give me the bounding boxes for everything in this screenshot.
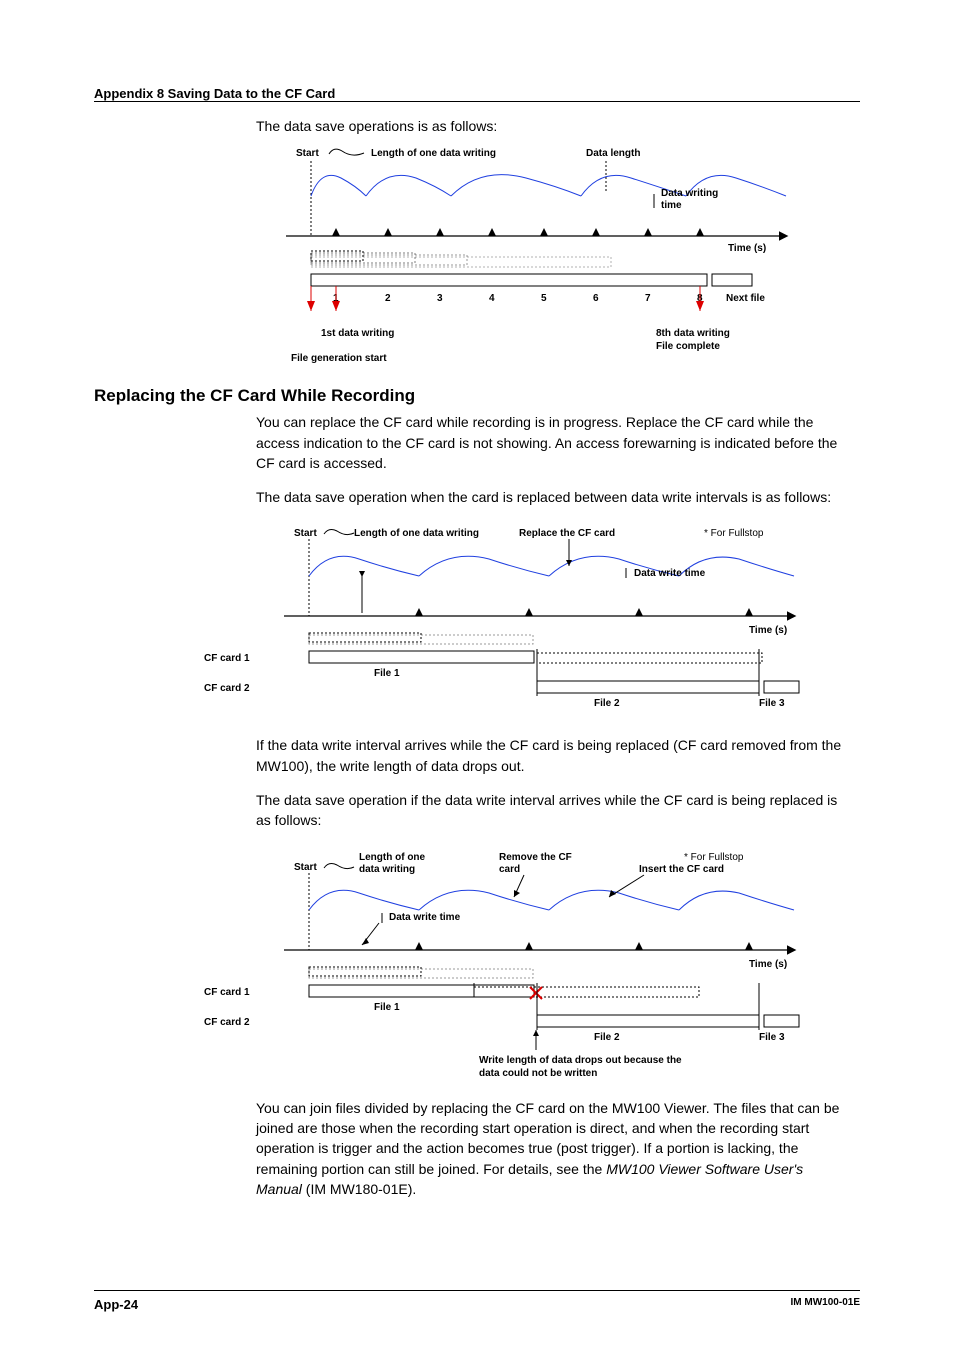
intro-1: The data save operations is as follows: [256,116,850,136]
fig3-file2: File 2 [594,1032,620,1043]
fig1-start-label: Start [296,148,319,159]
fig2-file3: File 3 [759,698,785,709]
fig2-replace: Replace the CF card [519,528,615,539]
fig1-tick-6: 6 [593,293,599,304]
section-p2: The data save operation when the card is… [256,487,850,507]
fig3-rem1: Remove the CF [499,852,572,863]
fig3-len2: data writing [359,864,415,875]
section-p1: You can replace the CF card while record… [256,412,850,473]
header-rule: Appendix 8 Saving Data to the CF Card [94,85,860,102]
fig1-tick-3: 3 [437,293,443,304]
footer-left: App-24 [94,1297,138,1312]
header-title: Appendix 8 Saving Data to the CF Card [94,86,335,101]
fig3-len1: Length of one [359,852,426,863]
fig1-dwt-1: Data writing [661,188,718,199]
figure-replace-during-interval: Start Length of one data writing Remove … [194,845,860,1090]
section-heading: Replacing the CF Card While Recording [94,386,860,406]
fig2-start: Start [294,528,317,539]
fig3-dwt: Data write time [389,912,461,923]
fig1-eighth-1: 8th data writing [656,328,730,339]
fig3-start: Start [294,862,317,873]
fig3-time: Time (s) [749,959,787,970]
fig1-time-axis: Time (s) [728,243,766,254]
mid-p2: The data save operation if the data writ… [256,790,850,831]
fig3-drop2: data could not be written [479,1068,597,1079]
mid-p1: If the data write interval arrives while… [256,735,850,776]
fig3-drop1: Write length of data drops out because t… [479,1055,682,1066]
figure-data-save-operations: Start Length of one data writing Data le… [256,136,860,386]
closing-p: You can join files divided by replacing … [256,1098,850,1199]
fig3-insert: Insert the CF card [639,864,724,875]
fig1-dwt-2: time [661,200,682,211]
fig2-file1: File 1 [374,668,400,679]
fig3-file3: File 3 [759,1032,785,1043]
fig1-eighth-2: File complete [656,341,720,352]
closing-p1b: (IM MW180-01E). [302,1181,416,1197]
fig2-card2: CF card 2 [204,683,250,694]
fig1-first-write: 1st data writing [321,328,394,339]
fig1-tick-4: 4 [489,293,495,304]
fig2-fullstop: * For Fullstop [704,528,764,539]
fig3-file1: File 1 [374,1002,400,1013]
fig1-data-length-label: Data length [586,148,640,159]
fig2-dwt: Data write time [634,568,706,579]
page-footer: App-24 IM MW100-01E [94,1290,860,1312]
fig1-length-label: Length of one data writing [371,148,496,159]
fig2-length: Length of one data writing [354,528,479,539]
fig2-time: Time (s) [749,625,787,636]
fig1-tick-2: 2 [385,293,391,304]
fig1-file-gen: File generation start [291,353,387,364]
fig3-card1: CF card 1 [204,987,250,998]
fig1-tick-7: 7 [645,293,651,304]
footer-right: IM MW100-01E [791,1297,860,1312]
fig3-fullstop: * For Fullstop [684,852,744,863]
fig1-tick-5: 5 [541,293,547,304]
fig2-file2: File 2 [594,698,620,709]
fig1-next-file: Next file [726,293,765,304]
fig3-card2: CF card 2 [204,1017,250,1028]
fig2-card1: CF card 1 [204,653,250,664]
fig3-rem2: card [499,864,520,875]
figure-replace-between-intervals: Start Length of one data writing Replace… [194,521,860,721]
